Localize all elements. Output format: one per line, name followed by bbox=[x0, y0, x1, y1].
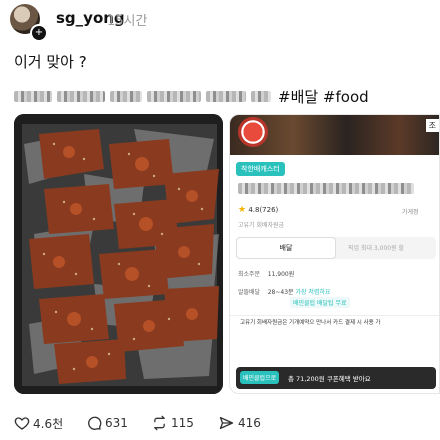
coupon-text: 총 71,200원 쿠폰혜택 받아요 bbox=[288, 375, 371, 383]
store-header-image: 조 bbox=[230, 115, 439, 155]
blurred-text bbox=[251, 91, 271, 102]
share-count: 416 bbox=[238, 416, 261, 430]
rating-value: 4.8(726) bbox=[248, 206, 279, 214]
min-order-row: 최소주문 11,900원 bbox=[238, 269, 294, 278]
delivery-label: 알뜰배달 bbox=[238, 289, 261, 296]
blurred-text bbox=[206, 91, 246, 102]
club-pill: 배민클럽으로 bbox=[240, 371, 280, 384]
tab-pickup-label: 픽업 bbox=[348, 245, 360, 252]
store-info-card: 착한배캐스터 ★ 4.8(726) 가게정 고유기 회배자원금 배달 픽업 최대… bbox=[230, 155, 439, 393]
food-photo[interactable] bbox=[14, 114, 223, 394]
blurred-text bbox=[14, 91, 52, 102]
share-button[interactable]: 416 bbox=[218, 414, 261, 432]
corner-label: 조 bbox=[425, 119, 439, 132]
blurred-text bbox=[147, 91, 201, 102]
repost-icon bbox=[154, 415, 165, 431]
like-button[interactable]: 4.6천 bbox=[14, 414, 63, 432]
tab-pickup: 픽업 최대 3,000원 할 bbox=[348, 243, 404, 252]
heart-icon bbox=[14, 417, 30, 430]
blurred-text bbox=[57, 91, 105, 102]
club-chip: 배민클럽 배달팁 무료 bbox=[290, 297, 350, 308]
tab-pickup-note: 최대 3,000원 할 bbox=[360, 245, 405, 252]
blurred-text bbox=[110, 91, 142, 102]
min-order-label: 최소주문 bbox=[238, 271, 261, 278]
min-order-value: 11,900원 bbox=[267, 271, 295, 278]
caption-line-1: 이거 맞아 ? bbox=[14, 53, 87, 71]
tab-delivery: 배달 bbox=[236, 237, 336, 259]
store-rating: ★ 4.8(726) bbox=[238, 205, 278, 215]
delivery-time: 28~43분 bbox=[267, 289, 294, 296]
star-icon: ★ bbox=[238, 205, 247, 215]
comment-button[interactable]: 631 bbox=[86, 414, 128, 432]
delivery-row: 알뜰배달 28~43분 가장 저렴하요 bbox=[238, 287, 331, 296]
post-time: 15시간 bbox=[107, 14, 148, 29]
store-subline: 고유기 회배자원금 bbox=[238, 222, 285, 229]
store-info-link: 가게정 bbox=[402, 209, 419, 216]
delivery-note: 가장 저렴하요 bbox=[295, 289, 331, 296]
repost-count: 115 bbox=[171, 416, 194, 430]
like-count: 4.6천 bbox=[33, 416, 64, 431]
store-name-blurred bbox=[238, 183, 414, 194]
share-icon bbox=[219, 417, 234, 429]
divider bbox=[230, 315, 439, 316]
food-image bbox=[14, 114, 223, 394]
follow-plus-icon[interactable]: + bbox=[30, 24, 48, 42]
coupon-cta-bar: 배민클럽으로 총 71,200원 쿠폰혜택 받아요 bbox=[236, 367, 436, 389]
repost-button[interactable]: 115 bbox=[151, 414, 194, 432]
payment-notice: 고유기 회배자원금은 기개예약으 만나서 카드 결제 시 사용 가 bbox=[240, 320, 381, 326]
comment-count: 631 bbox=[105, 416, 128, 430]
hashtags[interactable]: #배달 #food bbox=[278, 88, 369, 106]
comment-icon bbox=[88, 416, 102, 430]
store-logo bbox=[238, 117, 268, 147]
app-screenshot-photo[interactable]: 조 착한배캐스터 ★ 4.8(726) 가게정 고유기 회배자원금 배달 픽업 … bbox=[229, 114, 440, 394]
caption-line-2: #배달 #food bbox=[14, 86, 394, 106]
order-type-tabs: 배달 픽업 최대 3,000원 할 bbox=[236, 237, 436, 259]
store-badge: 착한배캐스터 bbox=[236, 162, 285, 176]
